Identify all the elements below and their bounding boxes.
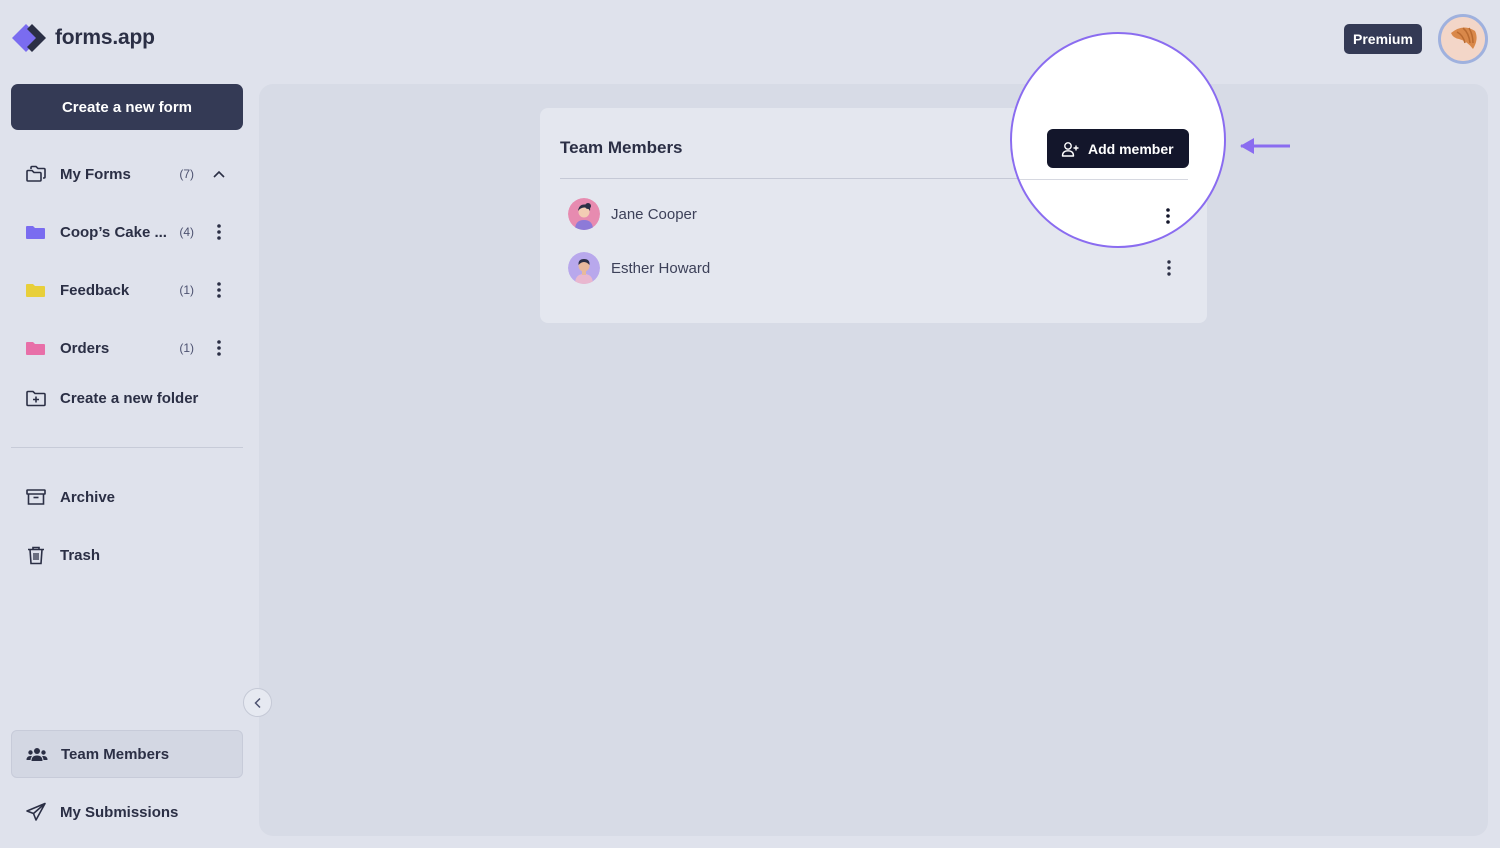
- sidebar-item-label: Archive: [60, 488, 116, 506]
- add-member-button[interactable]: Add member: [1047, 129, 1189, 168]
- create-form-button[interactable]: Create a new form: [11, 84, 243, 130]
- sidebar-divider: [11, 447, 243, 448]
- sidebar-item-trash[interactable]: Trash: [11, 531, 243, 579]
- logo-icon: [12, 24, 46, 52]
- folders-icon: [26, 165, 46, 182]
- sidebar-item-label: Orders: [60, 339, 110, 357]
- form-count: (7): [179, 167, 194, 181]
- member-row[interactable]: Esther Howard: [568, 251, 1187, 285]
- chevron-up-icon[interactable]: [212, 167, 226, 181]
- folder-icon: [26, 226, 45, 239]
- form-count: (4): [179, 225, 194, 239]
- archive-icon: [26, 489, 46, 505]
- more-options-icon[interactable]: [1165, 207, 1171, 225]
- sidebar-item-label: My Submissions: [60, 803, 179, 821]
- sidebar-item-label: Trash: [60, 546, 101, 564]
- member-name: Jane Cooper: [611, 205, 697, 223]
- more-options-icon[interactable]: [216, 339, 222, 357]
- users-icon: [26, 748, 48, 761]
- more-options-icon[interactable]: [1166, 259, 1172, 277]
- sidebar-item-label: Team Members: [61, 745, 170, 763]
- card-divider: [1012, 179, 1188, 180]
- member-avatar-image: [568, 252, 600, 284]
- sidebar-item-label: Feedback: [60, 281, 130, 299]
- avatar: [568, 252, 600, 284]
- user-avatar[interactable]: [1438, 14, 1488, 64]
- collapse-sidebar-button[interactable]: [243, 688, 272, 717]
- chevron-left-icon: [253, 697, 261, 708]
- more-options-icon[interactable]: [216, 223, 222, 241]
- highlight-circle: Add member: [1010, 32, 1226, 248]
- card-title: Team Members: [560, 138, 683, 157]
- user-plus-icon: [1061, 141, 1079, 157]
- sidebar-item-folder-feedback[interactable]: Feedback (1): [11, 266, 243, 314]
- sidebar-item-archive[interactable]: Archive: [11, 473, 243, 521]
- add-member-label: Add member: [1088, 140, 1174, 157]
- folder-icon: [26, 342, 45, 355]
- sidebar-item-team-members[interactable]: Team Members: [11, 730, 243, 778]
- member-avatar-image: [568, 198, 600, 230]
- sidebar-item-folder-orders[interactable]: Orders (1): [11, 324, 243, 372]
- form-count: (1): [179, 341, 194, 355]
- create-folder-button[interactable]: Create a new folder: [11, 374, 243, 422]
- sidebar-item-folder-coops-cake[interactable]: Coop’s Cake ... (4): [11, 208, 243, 256]
- sidebar-item-label: Coop’s Cake ...: [60, 223, 167, 241]
- croissant-icon: [1441, 17, 1485, 61]
- more-options-icon[interactable]: [216, 281, 222, 299]
- create-folder-label: Create a new folder: [60, 389, 199, 407]
- logo-text: forms.app: [55, 26, 155, 49]
- trash-icon: [28, 546, 44, 565]
- sidebar-item-label: My Forms: [60, 165, 131, 183]
- sidebar-item-my-forms[interactable]: My Forms (7): [11, 150, 243, 198]
- premium-badge[interactable]: Premium: [1344, 24, 1422, 54]
- folder-icon: [26, 284, 45, 297]
- folder-plus-icon: [26, 390, 46, 407]
- arrow-left-icon: [1240, 138, 1290, 154]
- app-logo[interactable]: forms.app: [11, 22, 155, 54]
- avatar: [568, 198, 600, 230]
- form-count: (1): [179, 283, 194, 297]
- send-icon: [26, 802, 46, 821]
- sidebar-item-my-submissions[interactable]: My Submissions: [11, 788, 243, 836]
- member-name: Esther Howard: [611, 259, 711, 277]
